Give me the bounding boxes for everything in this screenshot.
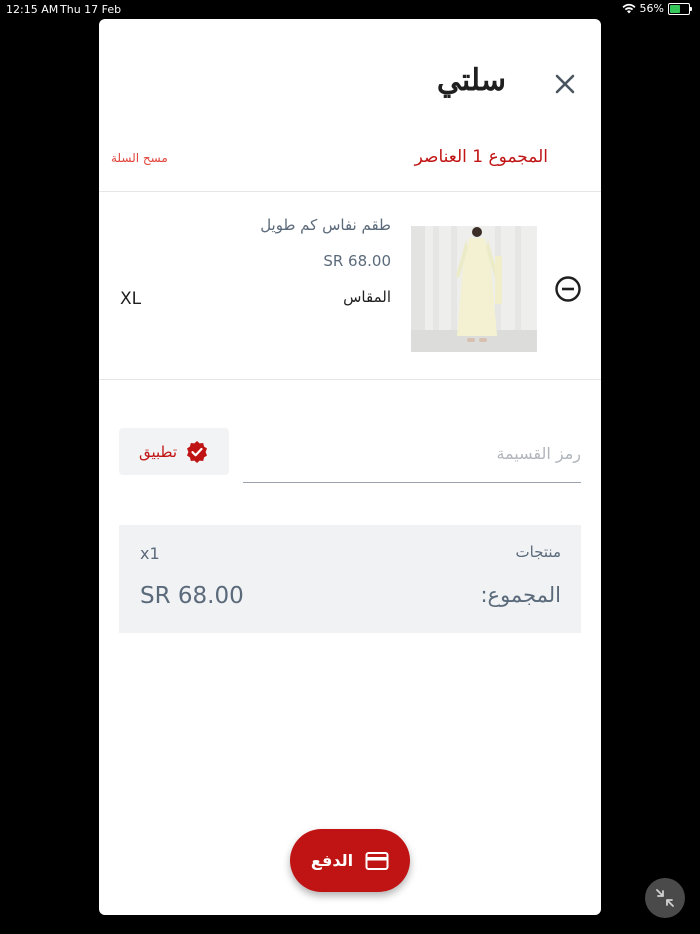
collapse-arrows-icon — [656, 889, 674, 907]
battery-icon — [668, 2, 692, 15]
item-name: طقم نفاس كم طويل — [260, 216, 391, 234]
total-label: المجموع: — [480, 583, 561, 607]
divider — [99, 379, 601, 380]
remove-circle-icon — [555, 276, 581, 302]
products-label: منتجات — [515, 543, 561, 561]
status-right: 56% — [622, 2, 692, 15]
credit-card-icon — [365, 851, 389, 870]
cart-title: سلتي — [436, 63, 506, 98]
products-quantity: x1 — [140, 544, 160, 563]
order-summary: منتجات x1 المجموع: SR 68.00 — [119, 525, 581, 633]
size-value: XL — [120, 289, 142, 309]
battery-percent: 56% — [639, 2, 664, 15]
cart-item-count: المجموع 1 العناصر — [414, 147, 548, 167]
coupon-input[interactable] — [243, 431, 581, 483]
apply-coupon-button[interactable]: تطبيق — [119, 428, 229, 475]
clear-cart-link[interactable]: مسح السلة — [111, 151, 168, 165]
remove-item-button[interactable] — [554, 275, 582, 303]
pay-label: الدفع — [310, 851, 354, 870]
close-button[interactable] — [550, 69, 580, 99]
cart-sheet: سلتي المجموع 1 العناصر مسح السلة طقم نفا… — [99, 19, 601, 915]
product-image — [411, 226, 537, 352]
total-value: SR 68.00 — [140, 583, 244, 609]
status-time: 12:15 AM — [6, 3, 59, 16]
apply-label: تطبيق — [138, 442, 178, 461]
status-bar: 12:15 AM Thu 17 Feb 56% — [0, 0, 700, 18]
divider — [99, 191, 601, 192]
verified-check-icon — [187, 440, 208, 463]
size-label: المقاس — [343, 288, 391, 306]
close-icon — [555, 74, 575, 94]
collapse-button[interactable] — [645, 878, 685, 918]
wifi-icon — [622, 3, 636, 14]
status-date: Thu 17 Feb — [60, 3, 122, 16]
item-price: SR 68.00 — [323, 252, 391, 270]
pay-button[interactable]: الدفع — [290, 829, 410, 892]
